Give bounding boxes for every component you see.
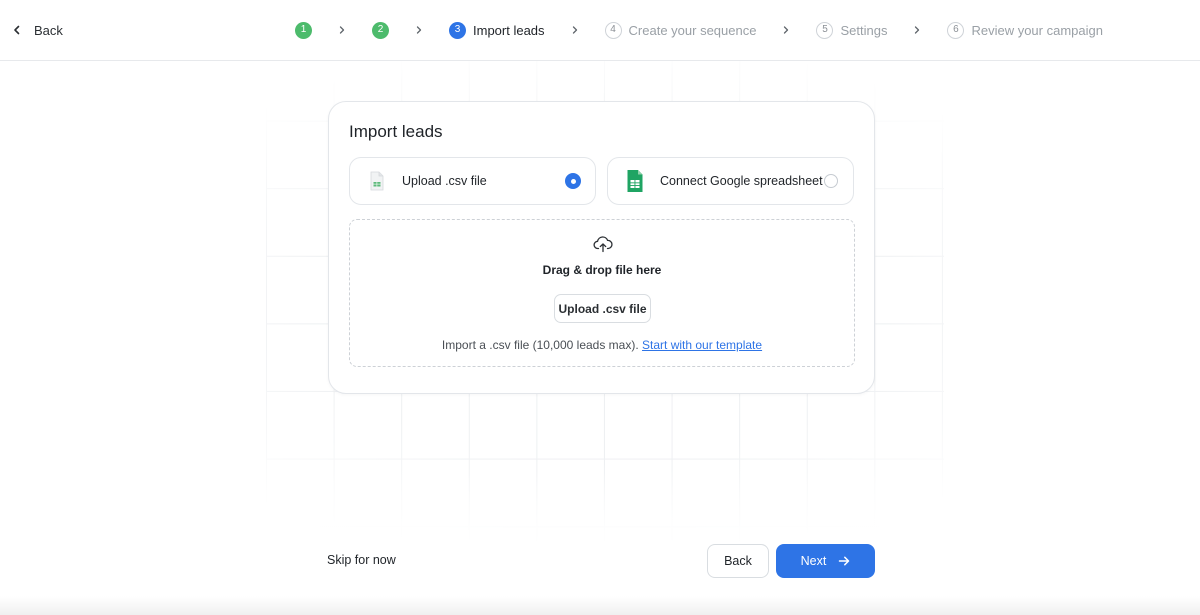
step-4[interactable]: 4 Create your sequence [604, 21, 757, 39]
cloud-upload-icon [593, 236, 613, 253]
upload-csv-radio[interactable] [566, 174, 580, 188]
bottom-shade [0, 596, 1200, 615]
step-5[interactable]: 5 Settings [816, 21, 888, 39]
step-6[interactable]: 6 Review your campaign [947, 21, 1103, 39]
chevron-right-icon [570, 25, 580, 35]
google-sheet-option[interactable]: Connect Google spreadsheet [607, 157, 854, 205]
dropzone-note-text: Import a .csv file (10,000 leads max). [441, 338, 639, 352]
google-sheets-icon [622, 168, 648, 194]
upload-csv-label: Upload .csv file [402, 174, 487, 188]
google-sheet-label: Connect Google spreadsheet [660, 174, 823, 188]
header-back-link[interactable]: Back [12, 18, 63, 42]
header-back-label: Back [34, 22, 63, 38]
step-1-number: 1 [295, 21, 312, 39]
chevron-left-icon [14, 25, 20, 35]
chevron-right-icon [337, 25, 347, 35]
dropzone-title: Drag & drop file here [542, 263, 662, 277]
step-1[interactable]: 1 [295, 21, 312, 39]
template-link[interactable]: Start with our template [642, 338, 762, 352]
stepper: 1 2 3 Import leads 4 Create your sequenc… [295, 18, 1103, 42]
chevron-right-icon [781, 25, 791, 35]
next-button-label: Next [800, 554, 827, 568]
file-dropzone[interactable]: Drag & drop file here Upload .csv file I… [349, 219, 855, 367]
step-3-number: 3 [449, 21, 466, 39]
step-3-label: Import leads [473, 22, 545, 38]
upload-csv-button[interactable]: Upload .csv file [554, 294, 651, 323]
back-button[interactable]: Back [707, 544, 769, 578]
skip-for-now-link[interactable]: Skip for now [327, 553, 396, 567]
step-4-label: Create your sequence [628, 22, 757, 38]
upload-csv-option[interactable]: Upload .csv file [349, 157, 596, 205]
step-5-label: Settings [840, 22, 888, 38]
top-bar: Back 1 2 3 Import leads 4 Create your se… [0, 0, 1200, 61]
step-3[interactable]: 3 Import leads [449, 21, 545, 39]
step-4-number: 4 [604, 21, 622, 39]
chevron-right-icon [414, 25, 424, 35]
next-button[interactable]: Next [776, 544, 875, 578]
grid-fade-bottom [0, 470, 1200, 550]
step-6-number: 6 [947, 21, 965, 39]
arrow-right-icon [839, 556, 850, 566]
step-5-number: 5 [816, 21, 834, 39]
step-2[interactable]: 2 [372, 21, 389, 39]
dropzone-note: Import a .csv file (10,000 leads max). S… [350, 338, 854, 352]
csv-file-icon [364, 168, 390, 194]
card-title: Import leads [349, 122, 443, 141]
chevron-right-icon [912, 25, 922, 35]
step-2-number: 2 [372, 21, 389, 39]
google-sheet-radio[interactable] [824, 174, 838, 188]
import-leads-card: Import leads Upload .csv file Connect Go… [328, 101, 875, 394]
step-6-label: Review your campaign [971, 22, 1103, 38]
